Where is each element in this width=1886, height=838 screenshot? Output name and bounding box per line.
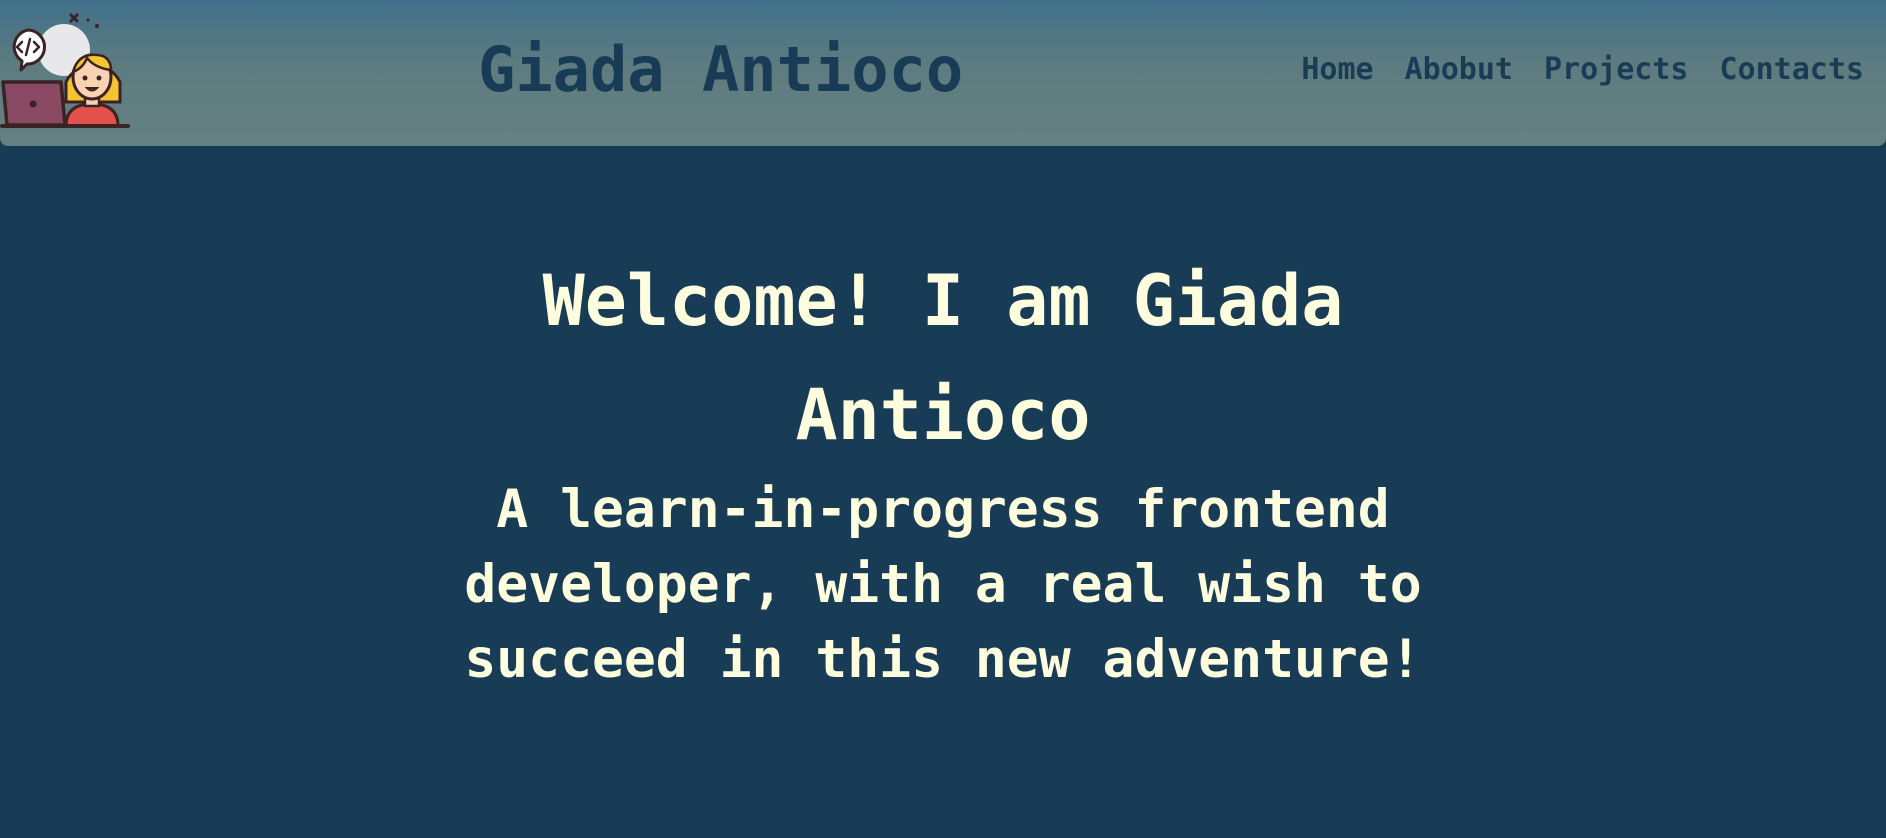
nav-link-home[interactable]: Home [1301, 50, 1373, 90]
hero-subheading: A learn-in-progress frontend developer, … [464, 479, 1422, 690]
hero-section: Welcome! I am Giada Antioco A learn-in-p… [0, 244, 1886, 697]
site-header: Giada Antioco Home Abobut Projects Conta… [0, 0, 1886, 146]
site-title: Giada Antioco [478, 33, 964, 106]
hero-heading: Welcome! I am Giada Antioco [542, 260, 1344, 456]
main-nav: Home Abobut Projects Contacts [1301, 50, 1864, 90]
developer-avatar-icon[interactable] [0, 10, 132, 130]
nav-link-contacts[interactable]: Contacts [1720, 50, 1865, 90]
nav-link-projects[interactable]: Projects [1544, 50, 1689, 90]
nav-link-about[interactable]: Abobut [1405, 50, 1513, 90]
